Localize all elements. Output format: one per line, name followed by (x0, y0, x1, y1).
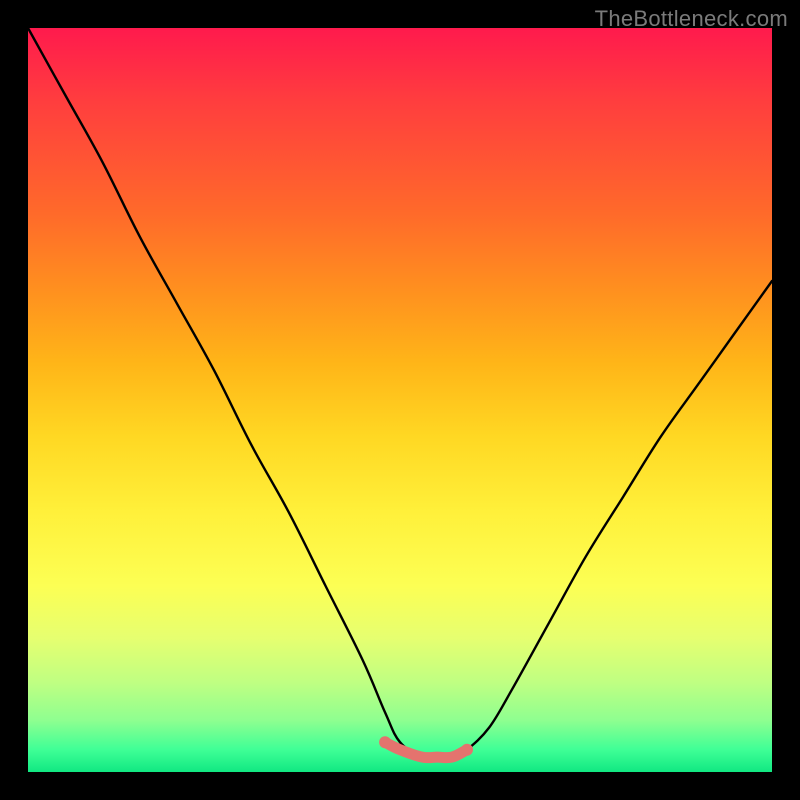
plot-area (28, 28, 772, 772)
bottleneck-curve (28, 28, 772, 758)
optimal-band (385, 742, 467, 758)
curve-layer (28, 28, 772, 772)
optimal-band-start-dot (379, 736, 391, 748)
optimal-band-end-dot (461, 744, 473, 756)
chart-container: TheBottleneck.com (0, 0, 800, 800)
